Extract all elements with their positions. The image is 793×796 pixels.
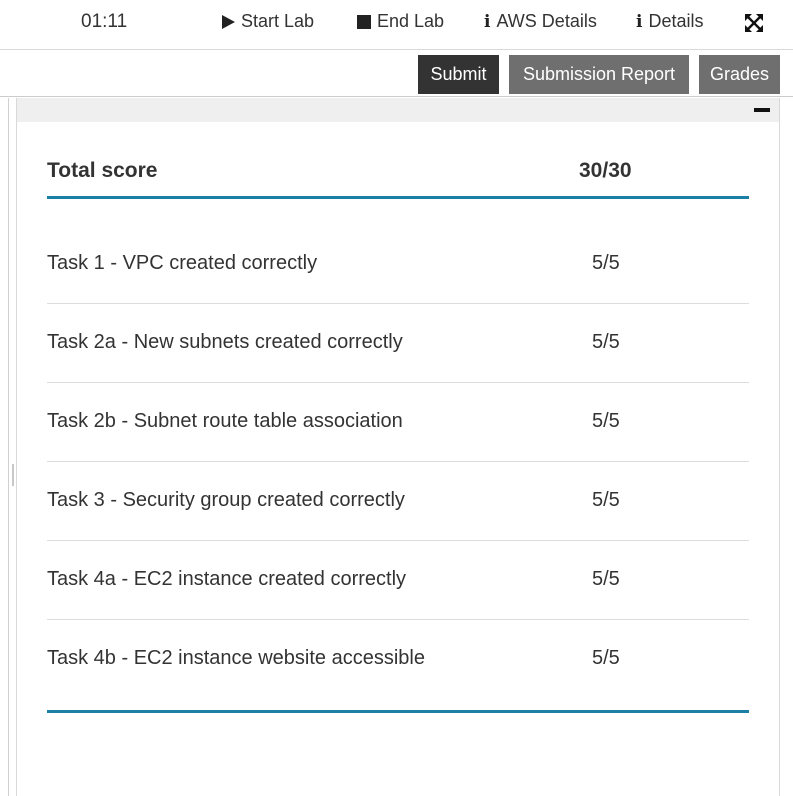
total-score-value: 30/30 <box>579 159 632 182</box>
task-name: Task 3 - Security group created correctl… <box>47 489 405 511</box>
action-bar: Submit Submission Report Grades <box>0 50 793 97</box>
submit-button[interactable]: Submit <box>418 55 499 94</box>
total-score-label: Total score <box>47 159 158 182</box>
total-score-row: Total score 30/30 <box>47 149 749 199</box>
start-lab-label: Start Lab <box>241 11 315 31</box>
task-name: Task 2b - Subnet route table association <box>47 410 403 432</box>
details-label: Details <box>648 11 704 31</box>
task-name: Task 1 - VPC created correctly <box>47 252 318 274</box>
play-icon <box>222 14 235 29</box>
task-name: Task 2a - New subnets created correctly <box>47 331 403 353</box>
task-row: Task 2b - Subnet route table association… <box>47 383 749 462</box>
task-score: 5/5 <box>592 410 620 432</box>
task-score: 5/5 <box>592 647 620 669</box>
info-icon: i <box>484 11 491 32</box>
task-row: Task 1 - VPC created correctly 5/5 <box>47 225 749 304</box>
stop-icon <box>357 14 371 29</box>
task-row: Task 4a - EC2 instance created correctly… <box>47 541 749 620</box>
grades-button[interactable]: Grades <box>699 55 780 94</box>
task-score: 5/5 <box>592 489 620 511</box>
task-score: 5/5 <box>592 252 620 274</box>
grades-panel: Total score 30/30 Task 1 - VPC created c… <box>16 98 780 796</box>
aws-details-button[interactable]: i AWS Details <box>484 11 597 32</box>
task-row: Task 2a - New subnets created correctly … <box>47 304 749 383</box>
panel-header <box>17 98 779 122</box>
lab-timer: 01:11 <box>81 11 128 32</box>
start-lab-button[interactable]: Start Lab <box>222 11 314 32</box>
table-bottom-rule <box>47 710 749 713</box>
left-divider <box>8 98 9 796</box>
task-row: Task 4b - EC2 instance website accessibl… <box>47 620 749 699</box>
details-button[interactable]: i Details <box>636 11 704 32</box>
task-name: Task 4b - EC2 instance website accessibl… <box>47 647 425 669</box>
lab-toolbar: 01:11 Start Lab End Lab i AWS Details i … <box>0 0 793 50</box>
task-row: Task 3 - Security group created correctl… <box>47 462 749 541</box>
aws-details-label: AWS Details <box>496 11 597 31</box>
task-score: 5/5 <box>592 568 620 590</box>
expand-icon[interactable] <box>745 14 763 32</box>
end-lab-button[interactable]: End Lab <box>357 11 444 32</box>
submission-report-button[interactable]: Submission Report <box>509 55 689 94</box>
task-name: Task 4a - EC2 instance created correctly <box>47 568 407 590</box>
resize-handle[interactable] <box>12 464 14 486</box>
info-icon: i <box>636 11 643 32</box>
minimize-icon[interactable] <box>754 108 770 112</box>
end-lab-label: End Lab <box>377 11 445 31</box>
task-score: 5/5 <box>592 331 620 353</box>
